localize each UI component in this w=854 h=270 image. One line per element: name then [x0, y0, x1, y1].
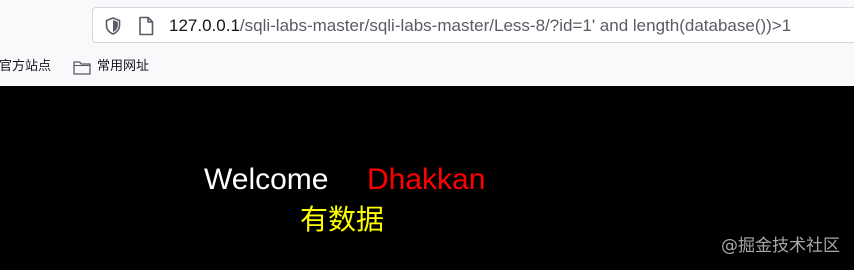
shield-icon[interactable]	[105, 17, 121, 35]
browser-chrome: 127.0.0.1/sqli-labs-master/sqli-labs-mas…	[0, 0, 854, 86]
username-text: Dhakkan	[367, 163, 486, 196]
folder-icon[interactable]	[73, 60, 91, 75]
page-content: Welcome Dhakkan 有数据 @掘金技术社区	[0, 86, 854, 270]
url-host: 127.0.0.1	[169, 16, 240, 35]
bookmarks-toolbar: 官方站点 常用网址	[0, 52, 854, 84]
url-text[interactable]: 127.0.0.1/sqli-labs-master/sqli-labs-mas…	[169, 16, 791, 36]
result-message: 有数据	[300, 203, 385, 236]
bookmark-folder-common-sites[interactable]: 常用网址	[97, 58, 149, 76]
watermark: @掘金技术社区	[721, 236, 840, 256]
url-path: /sqli-labs-master/sqli-labs-master/Less-…	[239, 16, 792, 35]
address-bar[interactable]: 127.0.0.1/sqli-labs-master/sqli-labs-mas…	[92, 7, 854, 43]
page-icon[interactable]	[138, 16, 154, 36]
bookmark-official-site[interactable]: 官方站点	[0, 58, 51, 76]
welcome-text: Welcome	[204, 163, 329, 196]
